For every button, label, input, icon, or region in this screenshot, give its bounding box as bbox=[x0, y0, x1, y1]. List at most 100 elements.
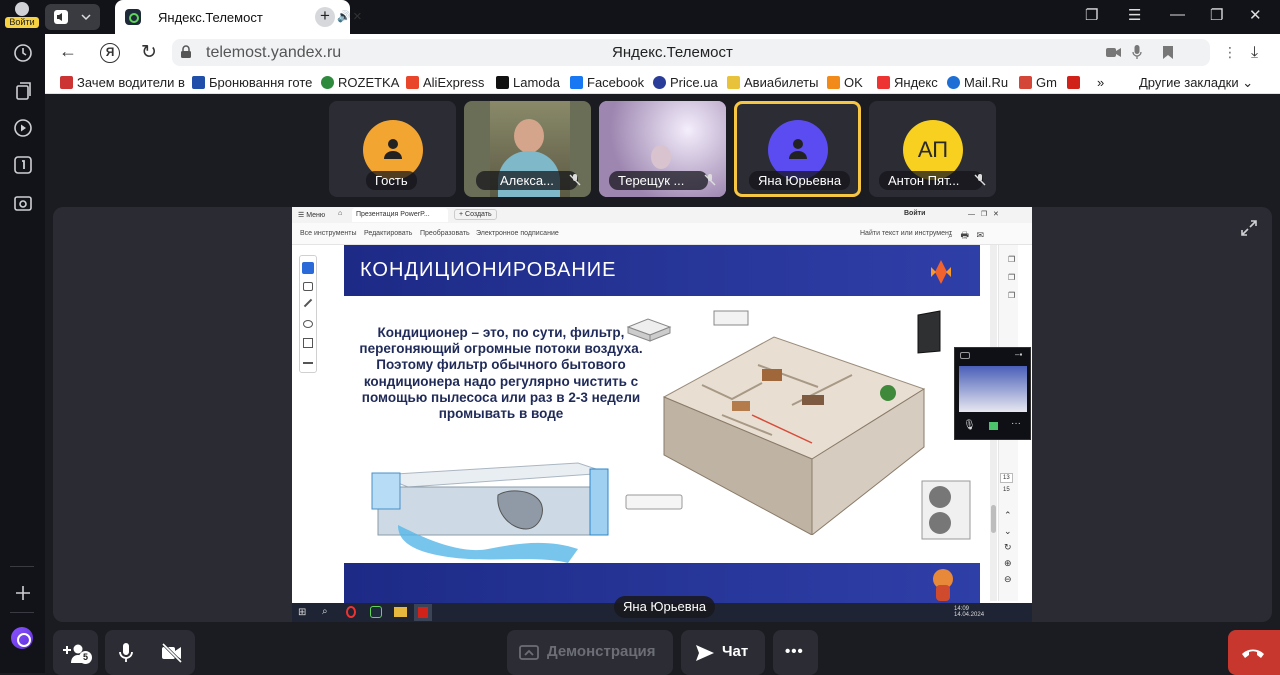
bookmark-item[interactable]: Бронювання готе bbox=[192, 75, 312, 90]
shared-tool-item: Все инструменты bbox=[300, 230, 357, 237]
mic-off-icon bbox=[569, 174, 581, 186]
bookmark-item[interactable]: Авиабилеты bbox=[727, 75, 818, 90]
pip-mic-icon[interactable]: 🎙 bbox=[963, 420, 976, 431]
bookmark-icon[interactable] bbox=[1162, 45, 1174, 60]
slide-logo-icon bbox=[931, 260, 951, 284]
microphone-button[interactable] bbox=[119, 642, 133, 664]
other-bookmarks[interactable]: Другие закладки ⌄ bbox=[1139, 75, 1253, 91]
shared-tool-item: Редактировать bbox=[364, 230, 413, 237]
shared-new-tab: + Создать bbox=[454, 209, 497, 220]
restore-icon[interactable]: ❐ bbox=[1210, 6, 1223, 24]
alice-assistant-icon[interactable] bbox=[11, 627, 33, 649]
menu-icon[interactable]: ☰ bbox=[1128, 6, 1141, 24]
one-app-icon[interactable] bbox=[12, 154, 34, 176]
more-vertical-icon[interactable]: ⋮ bbox=[1223, 44, 1237, 61]
address-bar: ← Я ↻ telemost.yandex.ru Яндекс.Телемост… bbox=[45, 34, 1280, 71]
text-tool-icon bbox=[303, 338, 313, 348]
tab-close-icon[interactable]: × bbox=[353, 8, 362, 25]
slide-title: КОНДИЦИОНИРОВАНИЕ bbox=[360, 259, 617, 281]
participant-face bbox=[514, 119, 544, 153]
close-window-icon[interactable]: ✕ bbox=[1249, 6, 1262, 24]
reload-icon[interactable]: ↻ bbox=[141, 41, 157, 64]
slide-header: КОНДИЦИОНИРОВАНИЕ bbox=[344, 245, 980, 296]
tab-manager-icon[interactable]: ❐ bbox=[1085, 6, 1098, 24]
chevron-down-icon bbox=[81, 14, 91, 21]
pip-more-icon[interactable]: ··· bbox=[1011, 418, 1021, 429]
chat-button[interactable]: Чат bbox=[681, 630, 765, 675]
bookmarks-more-button[interactable]: » bbox=[1097, 75, 1104, 90]
self-preview-pip[interactable]: –▪ 🎙 ··· bbox=[954, 347, 1031, 440]
sound-control[interactable] bbox=[45, 4, 100, 30]
taskbar-search-icon: ⌕ bbox=[322, 606, 328, 617]
bookmark-item[interactable]: Mail.Ru bbox=[947, 75, 1008, 90]
participant-tile-active[interactable]: Яна Юрьевна bbox=[734, 101, 861, 197]
stamp-tool-icon bbox=[303, 356, 313, 364]
history-icon[interactable] bbox=[12, 42, 34, 64]
back-arrow-icon[interactable]: ← bbox=[59, 41, 77, 62]
hang-up-button[interactable] bbox=[1228, 630, 1280, 675]
participant-name: Антон Пят... bbox=[879, 171, 984, 190]
add-icon[interactable] bbox=[12, 582, 34, 604]
bookmark-item[interactable]: Lamoda bbox=[496, 75, 560, 90]
new-tab-button[interactable]: + bbox=[315, 7, 335, 27]
url-text: telemost.yandex.ru bbox=[206, 44, 342, 61]
person-icon bbox=[384, 139, 402, 159]
url-box[interactable]: telemost.yandex.ru Яндекс.Телемост bbox=[172, 39, 1210, 66]
shared-scroll-thumb bbox=[991, 505, 996, 533]
shared-annotation-toolbar bbox=[299, 255, 317, 373]
minimize-icon[interactable]: — bbox=[1170, 6, 1185, 23]
camera-indicator-icon[interactable] bbox=[1106, 47, 1122, 58]
participant-tile[interactable]: Алекса... bbox=[464, 101, 591, 197]
shared-search: Найти текст или инструмент bbox=[860, 230, 953, 237]
camera-off-button[interactable] bbox=[161, 643, 183, 663]
video-play-icon[interactable] bbox=[12, 117, 34, 139]
floor-unit-illustration bbox=[917, 310, 941, 354]
mic-off-icon bbox=[704, 174, 716, 186]
left-rail: Войти bbox=[0, 0, 45, 673]
screenshot-icon[interactable] bbox=[12, 192, 34, 214]
participant-name: Гость bbox=[366, 171, 417, 190]
login-label: Войти bbox=[5, 17, 39, 28]
participant-name: Терещук ... bbox=[609, 171, 709, 190]
participant-tile[interactable]: Терещук ... bbox=[599, 101, 726, 197]
ac-filter-illustration bbox=[371, 462, 609, 563]
participant-tile[interactable]: Гость bbox=[329, 101, 456, 197]
bookmark-item[interactable]: Gm bbox=[1019, 75, 1057, 90]
yandex-button[interactable]: Я bbox=[100, 43, 120, 63]
pip-screen-icon[interactable] bbox=[989, 422, 998, 430]
login-button[interactable]: Войти bbox=[5, 2, 39, 30]
user-avatar-icon bbox=[15, 2, 29, 16]
shared-window-controls: — ❐ ✕ bbox=[968, 211, 999, 218]
shared-pdf-toolbar: Все инструменты Редактировать Преобразов… bbox=[292, 223, 1032, 245]
bookmark-item[interactable]: Price.ua bbox=[653, 75, 718, 90]
participants-button[interactable]: 5 bbox=[53, 630, 98, 675]
participant-tile[interactable]: АП Антон Пят... bbox=[869, 101, 996, 197]
slide-body-text: Кондиционер – это, по сути, фильтр, пере… bbox=[359, 325, 643, 422]
bookmark-item[interactable]: OK bbox=[827, 75, 863, 90]
more-options-button[interactable]: ••• bbox=[773, 630, 818, 675]
bookmark-item-pdf[interactable] bbox=[1067, 75, 1084, 90]
bookmark-item[interactable]: Facebook bbox=[570, 75, 644, 90]
taskbar-folder-icon bbox=[394, 607, 407, 617]
bookmark-item[interactable]: AliExpress bbox=[406, 75, 484, 90]
shared-tool-item: Преобразовать bbox=[420, 230, 470, 237]
tab-audio-icon[interactable]: 🔊 bbox=[337, 10, 351, 23]
mic-off-icon bbox=[974, 174, 986, 186]
lock-icon[interactable] bbox=[180, 45, 192, 59]
downloads-icon[interactable]: ⤓ bbox=[1251, 44, 1258, 62]
select-tool-icon bbox=[302, 262, 314, 274]
speaker-icon bbox=[54, 10, 68, 24]
tab-bar: Яндекс.Телемост 🔊 × + ❐ ☰ — ❐ ✕ bbox=[45, 0, 1280, 34]
mic-indicator-icon[interactable] bbox=[1132, 45, 1142, 60]
screen-share-button[interactable]: Демонстрация bbox=[507, 630, 673, 675]
taskbar-clock: 14:09 14.04.2024 bbox=[954, 606, 985, 618]
bookmark-item[interactable]: Зачем водители в bbox=[60, 75, 185, 90]
collections-icon[interactable] bbox=[12, 80, 34, 102]
shared-browser-tabs: ☰ Меню ⌂ Презентация PowerP... + Создать… bbox=[292, 207, 1032, 223]
bookmark-item[interactable]: Яндекс bbox=[877, 75, 938, 90]
windows-start-icon: ⊞ bbox=[298, 607, 307, 618]
bookmark-item[interactable]: ROZETKA bbox=[321, 75, 399, 90]
expand-icon[interactable] bbox=[1240, 219, 1258, 237]
shared-screen: ☰ Меню ⌂ Презентация PowerP... + Создать… bbox=[292, 207, 1032, 622]
participant-face bbox=[651, 145, 671, 169]
